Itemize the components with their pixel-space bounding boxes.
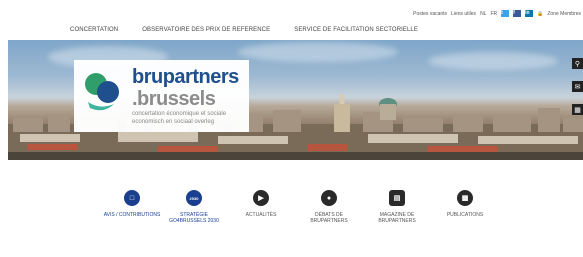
chat-icon: ● — [321, 190, 337, 206]
utility-bar: Postes vacants Liens utiles NL FR t f in… — [0, 0, 583, 22]
2030-badge-icon: 2030 — [186, 190, 202, 206]
nav-item-observatoire[interactable]: OBSERVATOIRE DES PRIX DE REFERENCE — [126, 27, 270, 33]
brupartners-logo[interactable]: brupartners .brussels concertation écono… — [74, 60, 249, 132]
lang-fr[interactable]: FR — [490, 11, 497, 17]
tile-label: ACTUALITÉS — [245, 212, 277, 218]
document-icon: □ — [124, 190, 140, 206]
facebook-icon[interactable]: f — [513, 10, 522, 17]
tile-debats[interactable]: ● DÉBATS DE BRUPARTNERS — [294, 190, 364, 224]
link-liens-utiles[interactable]: Liens utiles — [451, 11, 476, 17]
nav-item-concertation[interactable]: CONCERTATION — [70, 27, 118, 33]
tile-label: AVIS / CONTRIBUTIONS — [103, 212, 161, 218]
linkedin-icon[interactable]: in — [525, 10, 534, 17]
logo-subtitle-fr: concertation économique et sociale — [132, 111, 227, 117]
tile-label: STRATÉGIE GO4BRUSSELS 2030 — [169, 212, 219, 224]
tile-magazine[interactable]: ▤ MAGAZINE DE BRUPARTNERS — [362, 190, 432, 224]
tile-label: DÉBATS DE BRUPARTNERS — [310, 212, 348, 224]
lock-icon: 🔒 — [537, 10, 544, 17]
lang-nl[interactable]: NL — [480, 11, 486, 17]
side-icon-bar: ⚲ ✉ ▦ — [572, 58, 583, 127]
logo-mark-icon — [85, 73, 119, 111]
tile-actualites[interactable]: ▶ ACTUALITÉS — [226, 190, 296, 218]
utility-links: Postes vacants Liens utiles NL FR t f in… — [413, 10, 581, 17]
book-icon: ▩ — [457, 190, 473, 206]
magazine-icon: ▤ — [389, 190, 405, 206]
calendar-icon[interactable]: ▦ — [572, 104, 583, 115]
tile-publications[interactable]: ▩ PUBLICATIONS — [430, 190, 500, 218]
tile-label: PUBLICATIONS — [446, 212, 484, 218]
main-nav: CONCERTATION OBSERVATOIRE DES PRIX DE RE… — [0, 27, 583, 33]
logo-subtitle-nl: economisch en sociaal overleg — [132, 119, 215, 125]
tile-avis-contributions[interactable]: □ AVIS / CONTRIBUTIONS — [97, 190, 167, 218]
logo-name-line2: .brussels — [132, 88, 216, 110]
tile-label: MAGAZINE DE BRUPARTNERS — [378, 212, 416, 224]
nav-item-facilitation[interactable]: SERVICE DE FACILITATION SECTORIELLE — [278, 27, 418, 33]
logo-name-line1: brupartners — [132, 66, 239, 88]
megaphone-icon: ▶ — [253, 190, 269, 206]
search-icon[interactable]: ⚲ — [572, 58, 583, 69]
twitter-icon[interactable]: t — [501, 10, 510, 17]
tile-strategie-2030[interactable]: 2030 STRATÉGIE GO4BRUSSELS 2030 — [159, 190, 229, 224]
member-zone-link[interactable]: Zone Membres — [547, 11, 581, 17]
mail-icon[interactable]: ✉ — [572, 81, 583, 92]
link-postes-vacants[interactable]: Postes vacants — [413, 11, 447, 17]
